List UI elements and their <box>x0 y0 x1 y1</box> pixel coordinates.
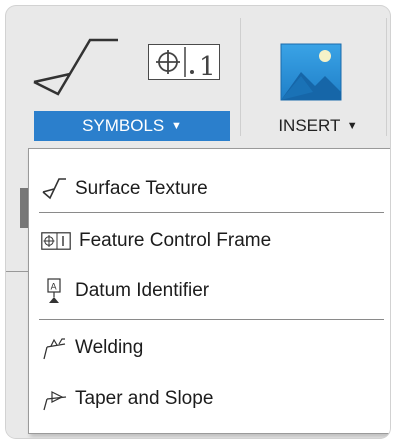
menu-item-datum-identifier[interactable]: A Datum Identifier <box>29 269 390 313</box>
menu-item-taper-and-slope[interactable]: Taper and Slope <box>29 377 390 421</box>
feature-control-frame-icon <box>41 228 71 254</box>
chevron-down-icon: ▼ <box>346 120 358 132</box>
chevron-down-icon: ▼ <box>171 120 182 132</box>
menu-item-feature-control-frame[interactable]: Feature Control Frame <box>29 219 390 263</box>
menu-separator <box>39 319 384 320</box>
insert-dropdown-button[interactable]: INSERT ▼ <box>258 111 378 141</box>
menu-item-label: Feature Control Frame <box>79 230 272 251</box>
ribbon-toolbar: 1 SYMBOLS ▼ INSERT ▼ <box>6 6 390 156</box>
insert-image-button[interactable] <box>279 42 343 102</box>
image-icon <box>280 43 342 101</box>
menu-item-surface-texture[interactable]: Surface Texture <box>29 167 390 211</box>
menu-item-welding[interactable]: Welding <box>29 326 390 370</box>
svg-text:1: 1 <box>199 52 216 79</box>
app-frame: 1 SYMBOLS ▼ INSERT ▼ Surface Texture Fea… <box>6 6 390 438</box>
symbols-dropdown-button[interactable]: SYMBOLS ▼ <box>34 111 230 141</box>
feature-control-frame-button[interactable]: 1 <box>148 44 220 80</box>
background-line <box>6 271 28 272</box>
surface-texture-icon <box>33 38 118 96</box>
ribbon-divider <box>240 18 241 136</box>
insert-label: INSERT <box>278 116 341 135</box>
menu-item-label: Datum Identifier <box>75 280 210 301</box>
menu-item-label: Surface Texture <box>75 178 208 199</box>
datum-identifier-icon: A <box>41 278 67 304</box>
surface-texture-icon <box>41 176 67 202</box>
taper-slope-icon <box>41 386 67 412</box>
ribbon-divider <box>386 18 387 136</box>
menu-separator <box>39 212 384 213</box>
menu-item-label: Welding <box>75 337 144 358</box>
menu-item-label: Taper and Slope <box>75 388 214 409</box>
welding-icon <box>41 335 67 361</box>
symbols-dropdown-menu: Surface Texture Feature Control Frame A … <box>28 148 390 434</box>
feature-control-frame-icon: 1 <box>156 47 216 79</box>
surface-texture-button[interactable] <box>28 34 118 104</box>
background-panel-edge <box>20 188 28 228</box>
symbols-label: SYMBOLS <box>82 116 165 135</box>
svg-text:A: A <box>51 283 58 293</box>
